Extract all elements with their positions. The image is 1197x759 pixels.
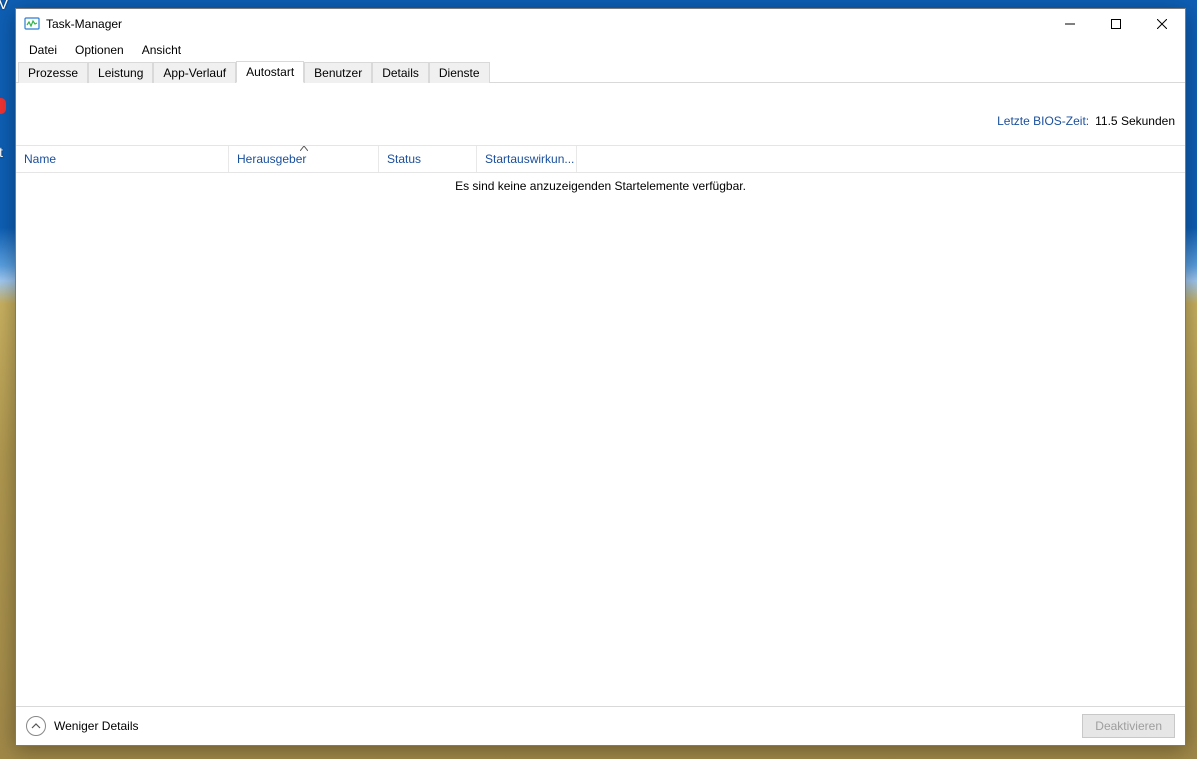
minimize-button[interactable] xyxy=(1047,9,1093,39)
chevron-up-circle-icon xyxy=(26,716,46,736)
app-icon xyxy=(24,16,40,32)
maximize-button[interactable] xyxy=(1093,9,1139,39)
tab-users[interactable]: Benutzer xyxy=(304,62,372,83)
column-header-name[interactable]: Name xyxy=(16,146,229,172)
footer: Weniger Details Deaktivieren xyxy=(16,706,1185,745)
menu-view[interactable]: Ansicht xyxy=(133,41,190,59)
disable-button: Deaktivieren xyxy=(1082,714,1175,738)
tab-strip: Prozesse Leistung App-Verlauf Autostart … xyxy=(16,60,1185,83)
titlebar[interactable]: Task-Manager xyxy=(16,9,1185,39)
desktop-fragment-letter-2: t xyxy=(0,144,3,160)
column-header-publisher-label: Herausgeber xyxy=(237,152,306,166)
desktop-fragment-red xyxy=(0,98,6,114)
empty-list-message: Es sind keine anzuzeigenden Startelement… xyxy=(16,173,1185,193)
task-manager-window: Task-Manager Datei Optionen Ansicht Proz… xyxy=(15,8,1186,746)
sort-indicator-icon xyxy=(300,144,308,153)
bios-time-value: 11.5 Sekunden xyxy=(1095,114,1175,128)
content-area: Letzte BIOS-Zeit: 11.5 Sekunden Name Her… xyxy=(16,83,1185,706)
column-header-status[interactable]: Status xyxy=(379,146,477,172)
menu-options[interactable]: Optionen xyxy=(66,41,133,59)
tab-app-history[interactable]: App-Verlauf xyxy=(153,62,236,83)
tab-performance[interactable]: Leistung xyxy=(88,62,153,83)
column-header-impact-label: Startauswirkun... xyxy=(485,152,574,166)
bios-time-label: Letzte BIOS-Zeit: xyxy=(997,114,1089,128)
menu-file[interactable]: Datei xyxy=(20,41,66,59)
column-headers: Name Herausgeber Status Startauswirkun..… xyxy=(16,145,1185,173)
desktop-background: V t Task-Manager Datei xyxy=(0,0,1197,759)
close-button[interactable] xyxy=(1139,9,1185,39)
column-header-impact[interactable]: Startauswirkun... xyxy=(477,146,577,172)
column-header-name-label: Name xyxy=(24,152,56,166)
column-header-publisher[interactable]: Herausgeber xyxy=(229,146,379,172)
menubar: Datei Optionen Ansicht xyxy=(16,39,1185,60)
tab-startup[interactable]: Autostart xyxy=(236,61,304,83)
fewer-details-label: Weniger Details xyxy=(54,719,138,733)
fewer-details-toggle[interactable]: Weniger Details xyxy=(26,716,138,736)
tab-processes[interactable]: Prozesse xyxy=(18,62,88,83)
tab-services[interactable]: Dienste xyxy=(429,62,490,83)
desktop-fragment-letter: V xyxy=(0,0,9,14)
column-header-status-label: Status xyxy=(387,152,421,166)
bios-time-row: Letzte BIOS-Zeit: 11.5 Sekunden xyxy=(16,83,1185,145)
window-title: Task-Manager xyxy=(46,17,122,31)
tab-details[interactable]: Details xyxy=(372,62,429,83)
